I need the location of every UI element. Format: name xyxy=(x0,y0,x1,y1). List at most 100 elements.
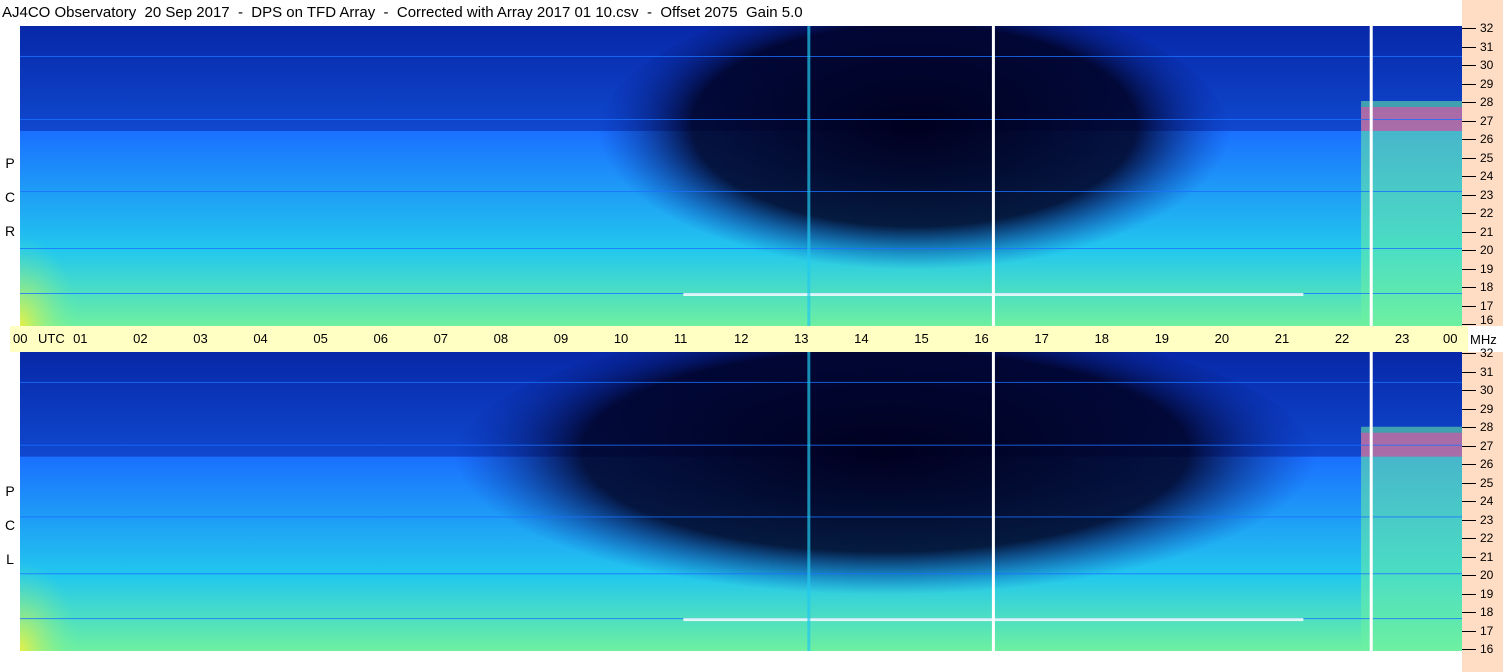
time-unit-label: UTC xyxy=(38,331,65,346)
frequency-tick-label: 22 xyxy=(1480,206,1494,220)
data-gap xyxy=(1369,26,1373,326)
frequency-tick-mark xyxy=(1462,519,1476,521)
time-tick-label: 13 xyxy=(794,331,809,346)
frequency-tick-label: 27 xyxy=(1480,438,1494,453)
frequency-tick-label: 28 xyxy=(1480,95,1494,109)
frequency-tick-label: 23 xyxy=(1480,187,1494,202)
frequency-tick-label: 20 xyxy=(1480,568,1494,582)
pol-letter: R xyxy=(4,223,16,239)
frequency-tick-label: 28 xyxy=(1480,420,1494,434)
frequency-tick-mark xyxy=(1462,176,1476,177)
time-tick-label: 18 xyxy=(1094,331,1109,346)
lcp-frequency-axis: 32 31 30 29 28 27 26 25 24 23 22 21 20 19 18 17 16 xyxy=(1462,347,1503,672)
frequency-tick-mark xyxy=(1462,305,1476,307)
time-tick-label: 02 xyxy=(133,331,148,346)
rcp-frequency-axis: 32 31 30 29 28 27 26 25 24 23 22 21 20 19 18 17 16 xyxy=(1462,0,1503,326)
frequency-tick-label: 16 xyxy=(1480,313,1494,327)
frequency-tick-mark xyxy=(1462,194,1476,196)
time-tick-label: 08 xyxy=(493,331,509,346)
interference-line xyxy=(20,444,1462,446)
frequency-tick-label: 18 xyxy=(1480,280,1494,294)
time-tick-label: 22 xyxy=(1334,331,1350,346)
frequency-tick-label: 31 xyxy=(1480,364,1494,379)
frequency-tick-label: 29 xyxy=(1480,76,1494,91)
frequency-tick-mark xyxy=(1462,538,1476,539)
data-gap xyxy=(991,26,995,326)
frequency-tick-label: 19 xyxy=(1480,586,1494,601)
time-tick-label: 11 xyxy=(673,331,688,346)
frequency-unit-label: MHz xyxy=(1470,332,1497,347)
time-tick-label: 09 xyxy=(553,331,569,346)
pol-letter: L xyxy=(6,551,14,567)
frequency-tick-mark xyxy=(1462,593,1476,595)
frequency-tick-mark xyxy=(1462,65,1476,66)
frequency-tick-label: 18 xyxy=(1480,605,1494,619)
time-tick-label: 15 xyxy=(914,331,929,346)
morning-band xyxy=(1361,101,1462,326)
time-tick-label: 19 xyxy=(1154,331,1170,346)
interference-line xyxy=(20,573,1462,575)
frequency-tick-mark xyxy=(1462,46,1476,48)
frequency-tick-mark xyxy=(1462,390,1476,391)
frequency-tick-mark xyxy=(1462,268,1476,270)
frequency-tick-label: 32 xyxy=(1480,346,1494,360)
frequency-tick-label: 29 xyxy=(1480,401,1494,416)
chart-title: AJ4CO Observatory 20 Sep 2017 - DPS on T… xyxy=(2,4,803,21)
interference-line xyxy=(20,248,1462,249)
frequency-tick-mark xyxy=(1462,139,1476,140)
frequency-tick-label: 20 xyxy=(1480,243,1494,257)
evening-hot-corner xyxy=(20,561,80,651)
interference-line xyxy=(20,191,1462,192)
frequency-tick-label: 31 xyxy=(1480,39,1494,54)
time-tick-label: 04 xyxy=(253,331,268,346)
frequency-tick-mark xyxy=(1462,445,1476,447)
frequency-tick-mark xyxy=(1462,83,1476,85)
time-tick-label: 12 xyxy=(734,331,749,346)
frequency-tick-mark xyxy=(1462,630,1476,632)
time-tick-label: 06 xyxy=(373,331,388,346)
frequency-tick-mark xyxy=(1462,102,1476,103)
lcp-spectrogram xyxy=(20,352,1462,651)
rcp-label: P C R xyxy=(1,146,19,248)
time-tick-label: 21 xyxy=(1274,331,1290,346)
frequency-tick-label: 21 xyxy=(1480,549,1494,564)
data-gap xyxy=(991,352,995,651)
frequency-tick-mark xyxy=(1462,482,1476,484)
lcp-spectrogram-plot xyxy=(20,352,1462,651)
frequency-tick-mark xyxy=(1462,213,1476,214)
frequency-tick-label: 27 xyxy=(1480,113,1494,128)
frequency-tick-label: 21 xyxy=(1480,224,1494,239)
time-tick-label: 14 xyxy=(854,331,869,346)
time-tick-label: 20 xyxy=(1214,331,1230,346)
frequency-tick-mark xyxy=(1462,427,1476,428)
frequency-tick-label: 30 xyxy=(1480,383,1494,397)
time-tick-label: 05 xyxy=(313,331,328,346)
interference-line xyxy=(20,119,1462,120)
frequency-tick-mark xyxy=(1462,575,1476,576)
time-tick-label: 16 xyxy=(974,331,989,346)
frequency-tick-label: 19 xyxy=(1480,261,1494,276)
frequency-tick-mark xyxy=(1462,556,1476,558)
time-tick-label: 00 xyxy=(13,331,28,346)
frequency-tick-mark xyxy=(1462,231,1476,233)
frequency-tick-label: 24 xyxy=(1480,169,1494,183)
morning-band xyxy=(1361,426,1462,651)
frequency-tick-mark xyxy=(1462,464,1476,465)
vertical-burst xyxy=(807,352,811,651)
time-tick-label: 03 xyxy=(193,331,208,346)
pol-letter: C xyxy=(4,517,16,533)
pol-letter: P xyxy=(5,483,15,499)
time-tick-label: 17 xyxy=(1034,331,1049,346)
frequency-tick-mark xyxy=(1462,287,1476,288)
frequency-tick-label: 23 xyxy=(1480,512,1494,527)
time-tick-label: 00 xyxy=(1443,331,1458,346)
frequency-tick-label: 30 xyxy=(1480,58,1494,72)
frequency-tick-mark xyxy=(1462,353,1476,354)
vertical-burst xyxy=(807,26,811,326)
frequency-tick-label: 25 xyxy=(1480,150,1494,165)
frequency-tick-mark xyxy=(1462,250,1476,251)
time-tick-label: 10 xyxy=(613,331,629,346)
lcp-label: P C L xyxy=(1,474,19,576)
time-axis: 00 01 02 03 04 05 06 07 08 09 10 11 12 13 14 15 16 17 18 19… xyxy=(10,326,1468,352)
frequency-tick-mark xyxy=(1462,28,1476,29)
